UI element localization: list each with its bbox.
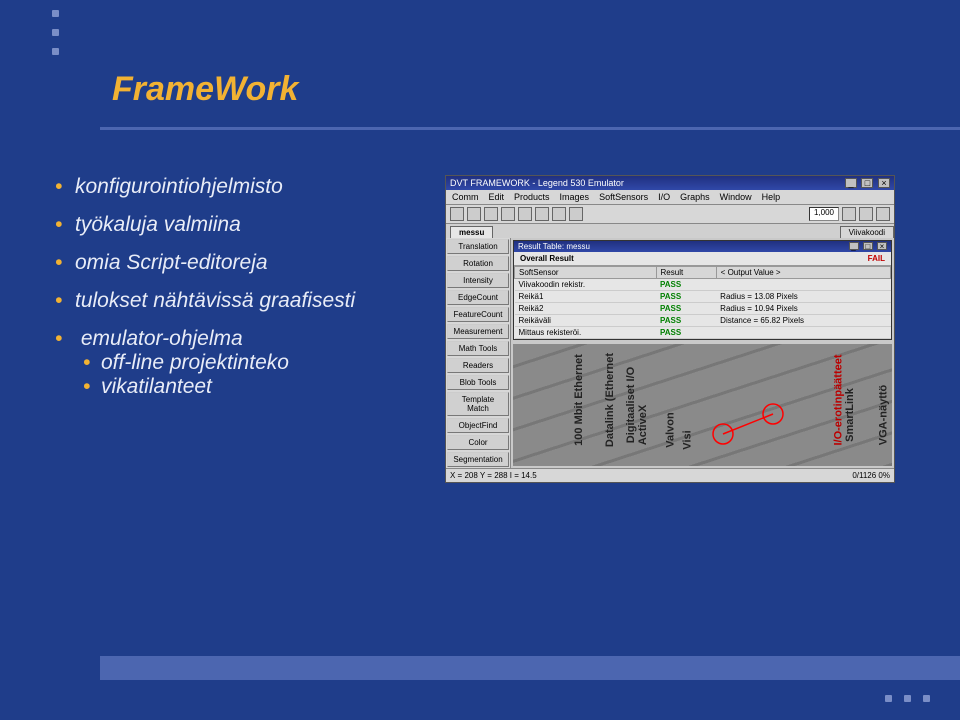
overall-result-value: FAIL xyxy=(868,254,885,263)
table-row: Reikä1PASSRadius = 13.08 Pixels xyxy=(515,291,891,303)
app-window: DVT FRAMEWORK - Legend 530 Emulator _ □ … xyxy=(445,175,895,483)
minimize-button[interactable]: _ xyxy=(849,242,859,250)
toolbar-button[interactable] xyxy=(876,207,890,221)
toolbar-button[interactable] xyxy=(484,207,498,221)
bullet-item: työkaluja valmiina xyxy=(55,213,425,237)
window-titlebar: DVT FRAMEWORK - Legend 530 Emulator _ □ … xyxy=(446,176,894,190)
toolbar-counter: 1,000 xyxy=(809,207,839,221)
minimize-button[interactable]: _ xyxy=(845,178,857,188)
col-header[interactable]: < Output Value > xyxy=(716,267,890,279)
table-row: Viivakoodin rekistr.PASS xyxy=(515,279,891,291)
bullet-item: omia Script-editoreja xyxy=(55,251,425,275)
toolbar-button[interactable] xyxy=(569,207,583,221)
camera-image-view[interactable]: 100 Mbit Ethernet Datalink (Ethernet Dig… xyxy=(513,344,892,466)
maximize-button[interactable]: □ xyxy=(861,178,873,188)
tool-button[interactable]: FeatureCount xyxy=(447,307,509,322)
tool-button[interactable]: Translation xyxy=(447,239,509,254)
window-title: DVT FRAMEWORK - Legend 530 Emulator xyxy=(450,178,624,188)
col-header[interactable]: Result xyxy=(656,267,716,279)
toolbar-button[interactable] xyxy=(501,207,515,221)
bullet-item: emulator-ohjelma off-line projektinteko … xyxy=(55,327,425,399)
left-tool-palette: Translation Rotation Intensity EdgeCount… xyxy=(446,238,511,468)
tool-button[interactable]: Blob Tools xyxy=(447,375,509,390)
col-header[interactable]: SoftSensor xyxy=(515,267,657,279)
tool-button[interactable]: Template Match xyxy=(447,392,509,416)
menu-item[interactable]: Images xyxy=(560,192,590,202)
tab-row-left: messu Viivakoodi xyxy=(446,224,894,238)
menu-item[interactable]: Products xyxy=(514,192,550,202)
footer-bar xyxy=(100,656,960,680)
table-row: Reikä2PASSRadius = 10.94 Pixels xyxy=(515,303,891,315)
tool-button[interactable]: EdgeCount xyxy=(447,290,509,305)
window-controls: _ □ × xyxy=(843,178,890,188)
tab[interactable]: Viivakoodi xyxy=(840,226,894,238)
menu-item[interactable]: Comm xyxy=(452,192,479,202)
decorative-dots-vertical xyxy=(52,10,59,55)
overlay-markers-icon xyxy=(513,344,813,466)
toolbar-button[interactable] xyxy=(467,207,481,221)
menubar: Comm Edit Products Images SoftSensors I/… xyxy=(446,190,894,205)
tool-button[interactable]: Color xyxy=(447,435,509,450)
status-coords: X = 208 Y = 288 I = 14.5 xyxy=(450,471,537,480)
toolbar-button[interactable] xyxy=(552,207,566,221)
statusbar: X = 208 Y = 288 I = 14.5 0/1126 0% xyxy=(446,468,894,482)
tool-button[interactable]: Intensity xyxy=(447,273,509,288)
tab[interactable]: messu xyxy=(450,226,493,238)
toolbar: 1,000 xyxy=(446,205,894,224)
tool-button[interactable]: ObjectFind xyxy=(447,418,509,433)
close-button[interactable]: × xyxy=(878,178,890,188)
close-button[interactable]: × xyxy=(877,242,887,250)
menu-item[interactable]: I/O xyxy=(658,192,670,202)
menu-item[interactable]: SoftSensors xyxy=(599,192,648,202)
bullet-list: konfigurointiohjelmisto työkaluja valmii… xyxy=(55,175,425,413)
menu-item[interactable]: Window xyxy=(720,192,752,202)
tool-button[interactable]: Math Tools xyxy=(447,341,509,356)
toolbar-button[interactable] xyxy=(535,207,549,221)
toolbar-button[interactable] xyxy=(842,207,856,221)
result-panel-title: Result Table: messu xyxy=(518,242,590,251)
bullet-sub-item: off-line projektinteko xyxy=(83,351,425,375)
menu-item[interactable]: Edit xyxy=(489,192,505,202)
decorative-dots-horizontal xyxy=(885,695,930,702)
bullet-item: tulokset nähtävissä graafisesti xyxy=(55,289,425,313)
table-row: Mittaus rekisteröi.PASS xyxy=(515,327,891,339)
tool-button[interactable]: Rotation xyxy=(447,256,509,271)
result-table-panel: Result Table: messu _ □ × Overall Result… xyxy=(513,240,892,340)
menu-item[interactable]: Help xyxy=(762,192,781,202)
result-table: SoftSensor Result < Output Value > Viiva… xyxy=(514,266,891,339)
status-progress: 0/1126 0% xyxy=(852,471,890,480)
bullet-sub-item: vikatilanteet xyxy=(83,375,425,399)
toolbar-button[interactable] xyxy=(859,207,873,221)
table-row: ReikäväliPASSDistance = 65.82 Pixels xyxy=(515,315,891,327)
menu-item[interactable]: Graphs xyxy=(680,192,710,202)
maximize-button[interactable]: □ xyxy=(863,242,873,250)
bullet-item: konfigurointiohjelmisto xyxy=(55,175,425,199)
toolbar-button[interactable] xyxy=(450,207,464,221)
title-area: FrameWork xyxy=(100,40,960,130)
toolbar-button[interactable] xyxy=(518,207,532,221)
tool-button[interactable]: Readers xyxy=(447,358,509,373)
slide-title: FrameWork xyxy=(112,70,960,109)
tool-button[interactable]: Measurement xyxy=(447,324,509,339)
overall-result-label: Overall Result xyxy=(520,254,574,263)
tool-button[interactable]: Segmentation xyxy=(447,452,509,467)
